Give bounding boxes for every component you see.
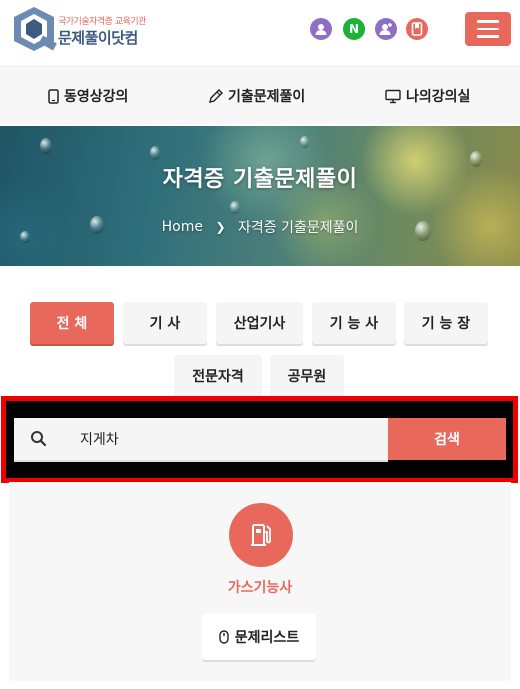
- nav-item-past-exams[interactable]: 기출문제풀이: [208, 86, 305, 106]
- category-professional[interactable]: 전문자격: [174, 355, 262, 397]
- bookmark-icon[interactable]: [406, 18, 428, 40]
- breadcrumb-current: 자격증 기출문제풀이: [237, 220, 359, 236]
- search-button[interactable]: 검색: [388, 418, 506, 460]
- logo-icon[interactable]: [10, 5, 58, 53]
- nav-item-my-classroom[interactable]: 나의강의실: [385, 86, 470, 106]
- monitor-icon: [385, 89, 401, 103]
- nav-item-video-lecture[interactable]: 동영상강의: [48, 86, 128, 106]
- banner-droplet: [40, 138, 52, 154]
- result-title[interactable]: 가스기능사: [0, 577, 520, 597]
- question-list-label: 문제리스트: [234, 630, 300, 646]
- search-input[interactable]: [68, 418, 386, 460]
- nav-item-label: 기출문제풀이: [228, 89, 306, 105]
- logo-title[interactable]: 문제풀이닷컴: [58, 27, 138, 48]
- search-bar-underline: [14, 460, 388, 462]
- breadcrumb-home[interactable]: Home: [162, 219, 203, 235]
- category-master-craftsman[interactable]: 기 능 장: [404, 302, 488, 344]
- naver-icon[interactable]: N: [343, 18, 365, 40]
- hamburger-icon-line: [477, 27, 499, 31]
- mouse-icon: [219, 630, 229, 644]
- site-header: 국가기술자격증 교육기관 문제풀이닷컴 N: [0, 0, 520, 62]
- pencil-icon: [209, 88, 223, 103]
- category-civil-servant[interactable]: 공무원: [270, 355, 344, 397]
- menu-button[interactable]: [465, 12, 511, 46]
- chevron-right-icon: ❯: [215, 220, 226, 234]
- nav-item-label: 동영상강의: [64, 89, 129, 105]
- breadcrumb: Home ❯ 자격증 기출문제풀이: [0, 217, 520, 237]
- category-industrial-engineer[interactable]: 산업기사: [216, 302, 303, 344]
- banner-droplet: [230, 201, 240, 214]
- user-icon[interactable]: [310, 18, 332, 40]
- page-title: 자격증 기출문제풀이: [162, 167, 358, 192]
- banner-droplet: [150, 146, 160, 160]
- mobile-icon: [48, 88, 59, 104]
- category-engineer[interactable]: 기 사: [123, 302, 207, 344]
- page-banner: 자격증 기출문제풀이 Home ❯ 자격증 기출문제풀이: [0, 126, 520, 266]
- search-icon: [30, 430, 47, 451]
- question-list-button[interactable]: 문제리스트: [202, 614, 316, 660]
- main-nav: 동영상강의 기출문제풀이 나의강의실: [0, 66, 520, 124]
- gas-pump-icon: [229, 503, 293, 567]
- category-all[interactable]: 전 체: [30, 302, 114, 344]
- hamburger-icon-line: [477, 20, 499, 23]
- banner-droplet: [300, 136, 309, 148]
- hamburger-icon-line: [477, 35, 499, 38]
- naver-glyph: N: [348, 22, 360, 36]
- logo-subtitle: 국가기술자격증 교육기관: [58, 17, 146, 27]
- category-craftsman[interactable]: 기 능 사: [312, 302, 396, 344]
- nav-item-label: 나의강의실: [406, 89, 471, 105]
- add-user-icon[interactable]: [375, 18, 397, 40]
